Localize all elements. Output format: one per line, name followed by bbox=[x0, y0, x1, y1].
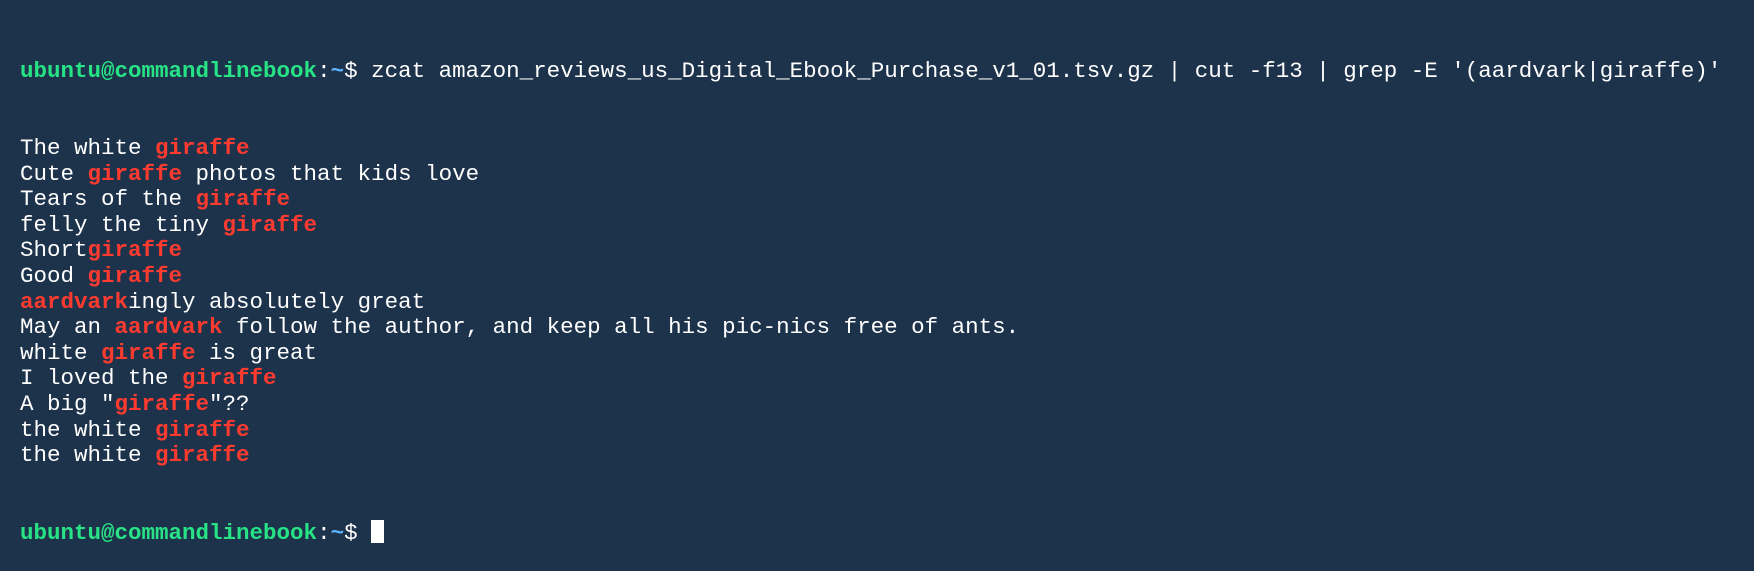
output-text: ingly absolutely great bbox=[128, 288, 426, 315]
output-text: A big " bbox=[20, 390, 115, 417]
output-line: felly the tiny giraffe bbox=[20, 211, 1734, 239]
output-line: May an aardvark follow the author, and k… bbox=[20, 314, 1734, 341]
prompt-user-host: ubuntu@commandlinebook bbox=[20, 58, 318, 85]
output-line: white giraffe is great bbox=[20, 339, 1734, 367]
prompt-separator: : bbox=[317, 519, 331, 546]
output-line: Cute giraffe photos that kids love bbox=[20, 160, 1734, 188]
output-text: Good bbox=[20, 262, 88, 289]
output-text: felly the tiny bbox=[20, 211, 223, 238]
output-line: Shortgiraffe bbox=[20, 238, 1734, 264]
output-text: "?? bbox=[209, 390, 250, 417]
grep-match: giraffe bbox=[101, 339, 196, 366]
grep-match: giraffe bbox=[155, 442, 250, 469]
grep-match: giraffe bbox=[114, 390, 210, 417]
output-text: white bbox=[20, 339, 102, 366]
output-text: is great bbox=[195, 339, 318, 366]
grep-match: giraffe bbox=[87, 160, 183, 187]
active-prompt-line[interactable]: ubuntu@commandlinebook:~$ bbox=[20, 519, 1734, 546]
output-line: The white giraffe bbox=[20, 134, 1734, 162]
output-line: Tears of the giraffe bbox=[20, 186, 1734, 213]
terminal-window[interactable]: ubuntu@commandlinebook:~$ zcat amazon_re… bbox=[0, 0, 1754, 546]
command-line: ubuntu@commandlinebook:~$ zcat amazon_re… bbox=[20, 58, 1734, 85]
prompt-path: ~ bbox=[330, 519, 345, 546]
grep-match: giraffe bbox=[87, 237, 183, 264]
output-text: Tears of the bbox=[20, 186, 196, 213]
grep-match: giraffe bbox=[222, 211, 318, 238]
output-text: the white bbox=[20, 442, 156, 469]
output-line: the white giraffe bbox=[20, 442, 1734, 469]
output-line: I loved the giraffe bbox=[20, 366, 1734, 392]
prompt-dollar: $ bbox=[344, 58, 372, 85]
grep-match: giraffe bbox=[195, 186, 291, 213]
output-line: Good giraffe bbox=[20, 262, 1734, 290]
grep-match: giraffe bbox=[155, 416, 250, 443]
output-text: Short bbox=[20, 237, 88, 264]
grep-match: giraffe bbox=[155, 134, 250, 161]
output-text: photos that kids love bbox=[182, 160, 480, 187]
grep-match: giraffe bbox=[87, 262, 183, 289]
output-text: I loved the bbox=[20, 365, 183, 392]
prompt-user-host: ubuntu@commandlinebook bbox=[20, 519, 318, 546]
command-text: zcat amazon_reviews_us_Digital_Ebook_Pur… bbox=[371, 58, 1722, 85]
output-line: the white giraffe bbox=[20, 416, 1734, 444]
output-line: aardvarkingly absolutely great bbox=[20, 288, 1734, 316]
output-text: the white bbox=[20, 416, 156, 443]
grep-match: giraffe bbox=[182, 365, 277, 392]
command-output: The white giraffe Cute giraffe photos tha… bbox=[20, 134, 1734, 469]
output-text: May an bbox=[20, 314, 115, 341]
grep-match: aardvark bbox=[20, 288, 129, 315]
prompt-path: ~ bbox=[330, 58, 345, 85]
output-text: The white bbox=[20, 134, 156, 161]
output-text: Cute bbox=[20, 160, 88, 187]
grep-match: aardvark bbox=[114, 314, 223, 341]
text-cursor[interactable] bbox=[371, 519, 385, 543]
prompt-separator: : bbox=[317, 58, 331, 85]
prompt-dollar: $ bbox=[344, 519, 372, 546]
output-text: follow the author, and keep all his pic-… bbox=[222, 314, 1020, 341]
